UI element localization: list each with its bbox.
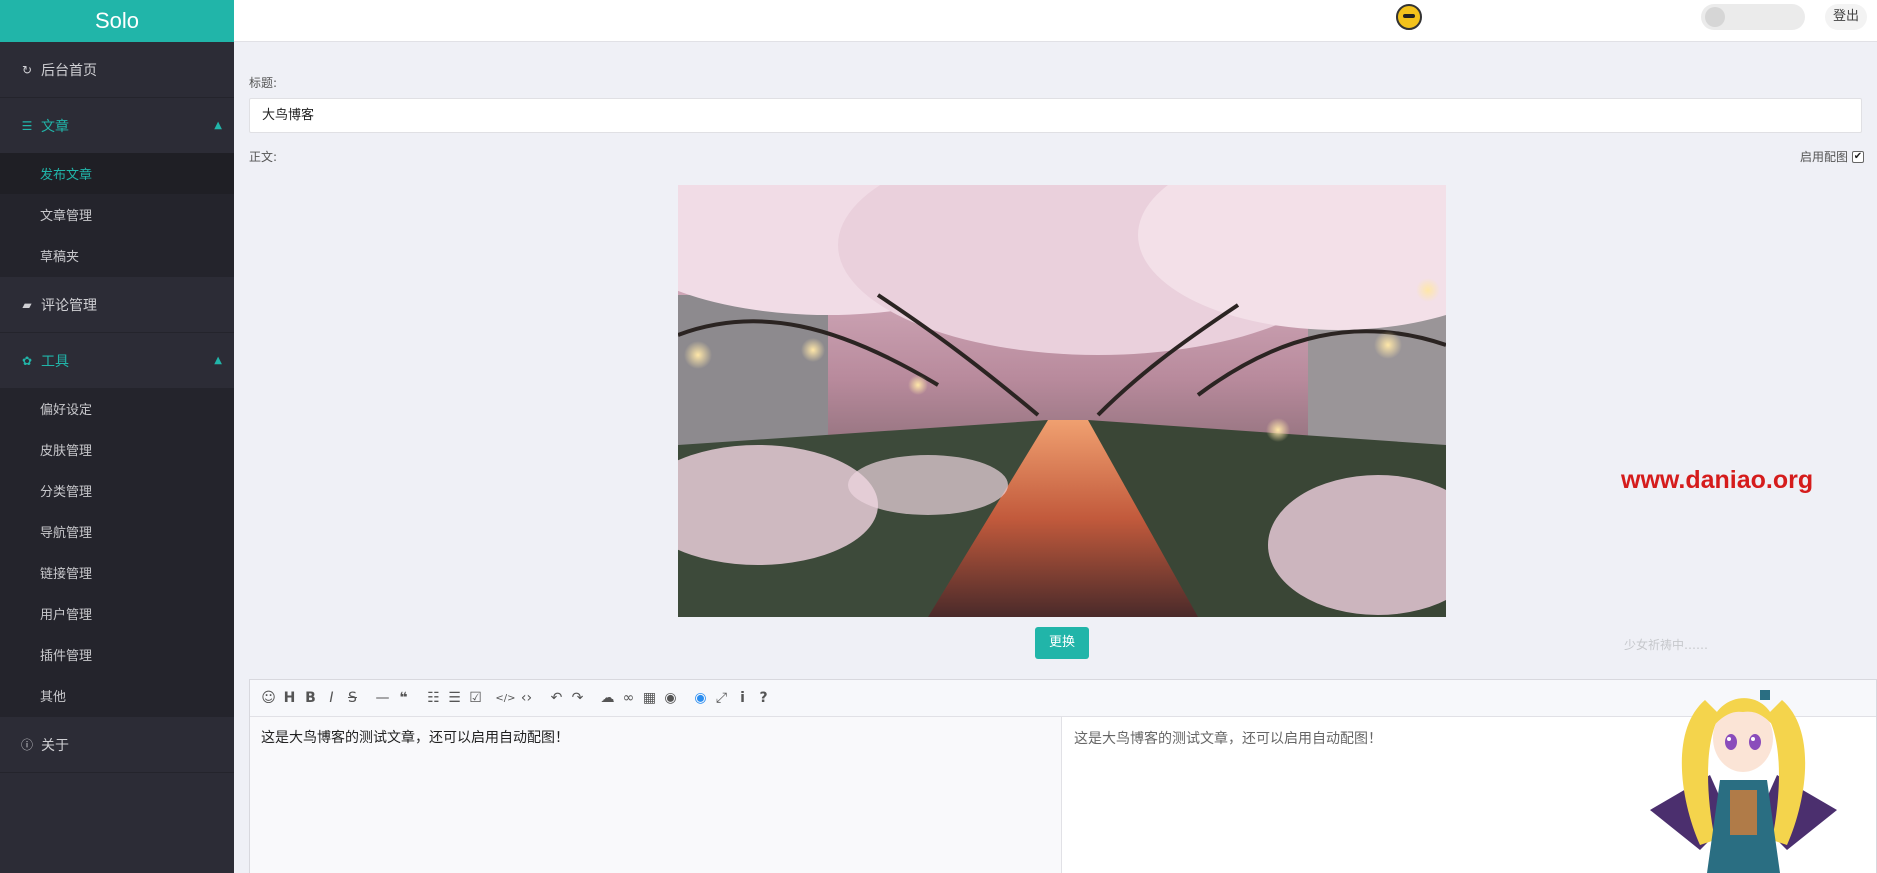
gear-icon: ✿ — [21, 353, 33, 368]
cherry-blossom-canal-image — [678, 185, 1446, 617]
swap-image-button[interactable]: 更换 — [1035, 627, 1089, 659]
quote-icon[interactable]: ❝ — [393, 687, 414, 709]
emoji-icon[interactable]: ☺ — [258, 687, 279, 709]
logout-button[interactable]: 登出 — [1824, 4, 1867, 30]
user-menu[interactable] — [1701, 4, 1805, 30]
sidebar-item-articles[interactable]: ☰ 文章 ▲ — [0, 98, 234, 153]
sidebar-item-label: 后台首页 — [41, 62, 97, 79]
sidebar-item-drafts[interactable]: 草稿夹 — [0, 235, 234, 276]
upload-icon[interactable]: ☁ — [597, 687, 618, 709]
italic-icon[interactable]: I — [321, 687, 342, 709]
sidebar-item-label: 工具 — [41, 353, 69, 370]
undo-icon[interactable]: ↶ — [546, 687, 567, 709]
sidebar-item-article-manage[interactable]: 文章管理 — [0, 194, 234, 235]
refresh-icon: ↻ — [21, 62, 33, 77]
cover-image — [678, 185, 1446, 617]
title-label: 标题: — [249, 76, 278, 90]
avatar[interactable] — [1396, 4, 1422, 30]
nav-group-articles: ☰ 文章 ▲ 发布文章 文章管理 草稿夹 — [0, 98, 234, 277]
sidebar-item-skins[interactable]: 皮肤管理 — [0, 429, 234, 470]
editor-textarea[interactable]: 这是大鸟博客的测试文章，还可以启用自动配图！ — [250, 717, 1062, 873]
sidebar: Solo ↻ 后台首页 ☰ 文章 ▲ 发布文章 文章管理 草稿夹 ▰ 评论管理 … — [0, 0, 234, 873]
sidebar-item-preferences[interactable]: 偏好设定 — [0, 388, 234, 429]
sidebar-item-others[interactable]: 其他 — [0, 675, 234, 716]
chevron-up-icon: ▲ — [214, 120, 222, 131]
chevron-up-icon: ▲ — [214, 355, 222, 366]
mascot-character[interactable] — [1610, 660, 1877, 873]
sidebar-item-home[interactable]: ↻ 后台首页 — [0, 42, 234, 97]
watermark-text: www.daniao.org — [1621, 466, 1814, 494]
sidebar-submenu-articles: 发布文章 文章管理 草稿夹 — [0, 153, 234, 276]
heading-icon[interactable]: H — [279, 687, 300, 709]
sidebar-item-categories[interactable]: 分类管理 — [0, 470, 234, 511]
title-input[interactable]: 大鸟博客 — [249, 98, 1862, 133]
preview-icon[interactable]: ◉ — [690, 687, 711, 709]
sidebar-item-about[interactable]: ⓘ 关于 — [0, 717, 234, 772]
list-icon: ☰ — [21, 118, 33, 133]
checklist-icon[interactable]: ☑ — [465, 687, 486, 709]
code-block-icon[interactable]: ‹› — [516, 687, 537, 709]
sidebar-item-tools[interactable]: ✿ 工具 ▲ — [0, 333, 234, 388]
comments-icon: ▰ — [22, 297, 32, 312]
thumbnail-toggle[interactable]: 启用配图 ✔ — [1800, 148, 1864, 165]
nav-group-comments: ▰ 评论管理 — [0, 277, 234, 333]
bullet-list-icon[interactable]: ☷ — [423, 687, 444, 709]
nav-group-home: ↻ 后台首页 — [0, 42, 234, 98]
link-icon[interactable]: ∞ — [618, 687, 639, 709]
mascot-image — [1650, 690, 1837, 873]
nav-group-about: ⓘ 关于 — [0, 717, 234, 773]
help-icon[interactable]: ? — [753, 687, 774, 709]
app-logo[interactable]: Solo — [0, 0, 234, 42]
strike-icon[interactable]: S — [342, 687, 363, 709]
sidebar-item-navigation[interactable]: 导航管理 — [0, 511, 234, 552]
inline-code-icon[interactable]: </> — [495, 687, 516, 709]
nav-group-tools: ✿ 工具 ▲ 偏好设定 皮肤管理 分类管理 导航管理 链接管理 用户管理 插件管… — [0, 333, 234, 717]
table-icon[interactable]: ▦ — [639, 687, 660, 709]
thumbnail-checkbox[interactable]: ✔ — [1852, 150, 1864, 163]
fullscreen-icon[interactable]: ⤢ — [711, 687, 732, 709]
sidebar-item-label: 文章 — [41, 118, 69, 135]
sidebar-submenu-tools: 偏好设定 皮肤管理 分类管理 导航管理 链接管理 用户管理 插件管理 其他 — [0, 388, 234, 716]
record-icon[interactable]: ◉ — [660, 687, 681, 709]
sidebar-item-users[interactable]: 用户管理 — [0, 593, 234, 634]
ordered-list-icon[interactable]: ☰ — [444, 687, 465, 709]
info-icon[interactable]: i — [732, 687, 753, 709]
body-label: 正文: — [249, 150, 278, 164]
bold-icon[interactable]: B — [300, 687, 321, 709]
sidebar-item-comments[interactable]: ▰ 评论管理 — [0, 277, 234, 332]
sidebar-item-label: 评论管理 — [41, 297, 97, 314]
redo-icon[interactable]: ↷ — [567, 687, 588, 709]
sidebar-item-label: 关于 — [41, 737, 69, 754]
hr-icon[interactable]: — — [372, 687, 393, 709]
sidebar-item-publish[interactable]: 发布文章 — [0, 153, 234, 194]
top-bar: 登出 — [234, 0, 1877, 42]
sidebar-item-plugins[interactable]: 插件管理 — [0, 634, 234, 675]
loading-hint: 少女祈祷中…… — [1624, 638, 1709, 652]
sidebar-item-links[interactable]: 链接管理 — [0, 552, 234, 593]
info-circle-icon: ⓘ — [20, 738, 33, 752]
thumbnail-toggle-label: 启用配图 — [1799, 150, 1848, 164]
